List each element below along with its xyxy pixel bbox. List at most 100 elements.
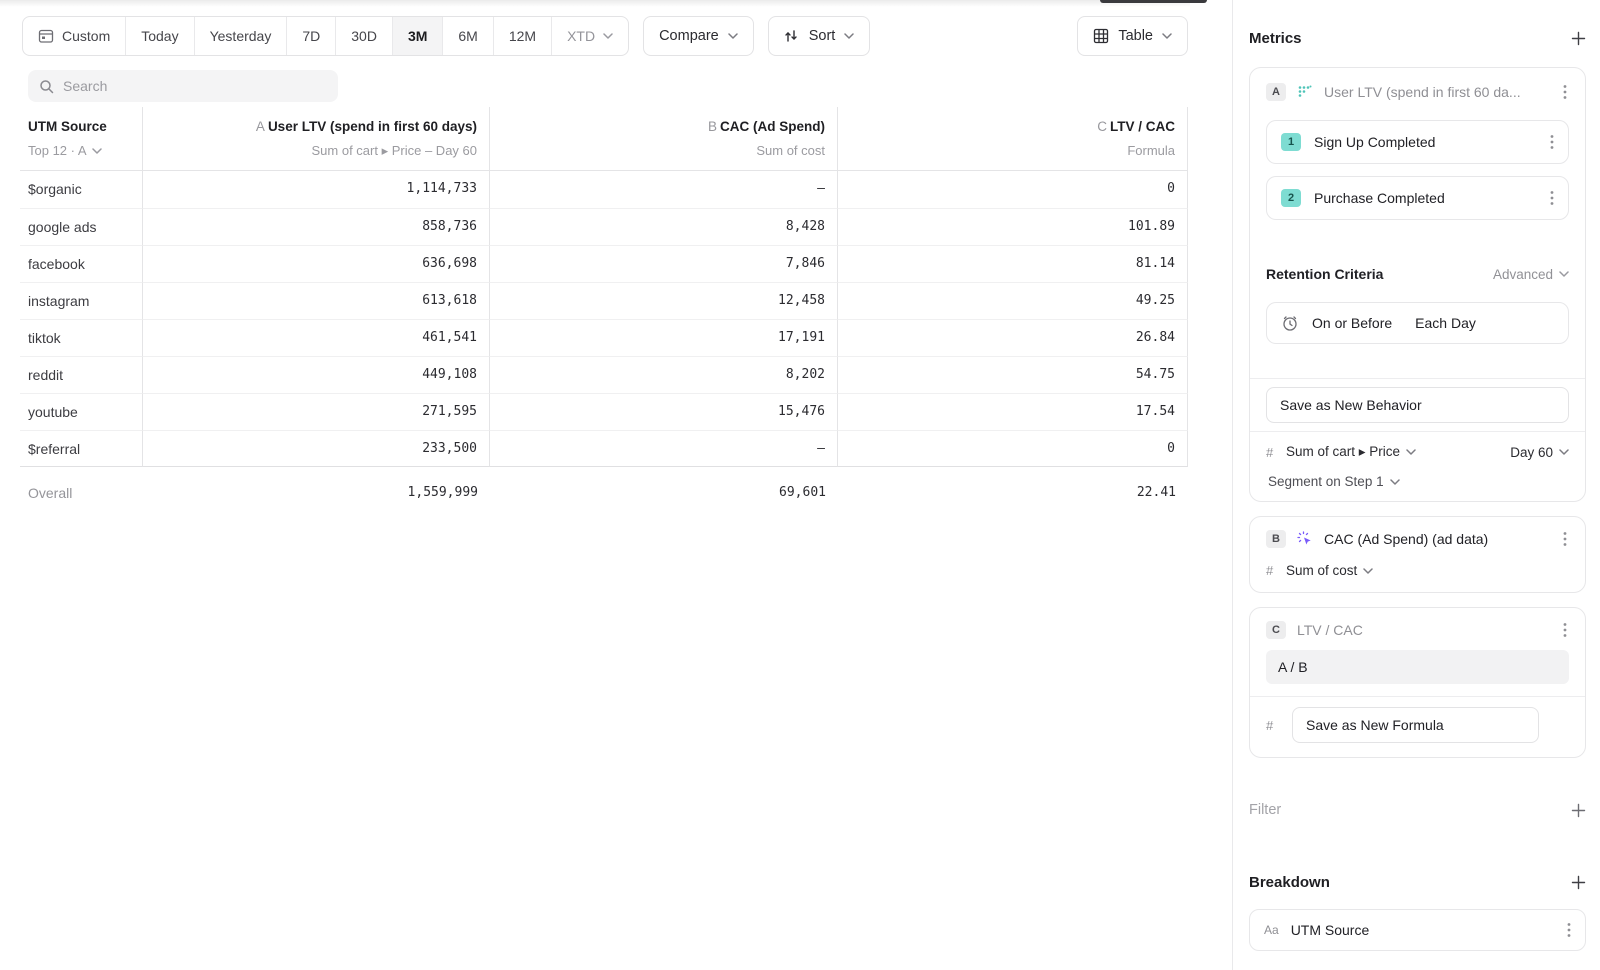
ratio-value-cell: 17.54 bbox=[838, 393, 1188, 430]
cac-value-cell: 15,476 bbox=[490, 393, 838, 430]
chevron-down-icon bbox=[844, 33, 854, 39]
kebab-icon bbox=[1550, 134, 1554, 150]
breakdown-menu-button[interactable] bbox=[1565, 920, 1573, 940]
overall-ratio-cell: 22.41 bbox=[838, 467, 1188, 511]
date-range-3m[interactable]: 3M bbox=[393, 17, 443, 55]
sort-button[interactable]: Sort bbox=[768, 16, 871, 56]
date-range-30d[interactable]: 30D bbox=[336, 17, 393, 55]
cac-value-cell: 17,191 bbox=[490, 319, 838, 356]
date-range-7d[interactable]: 7D bbox=[287, 17, 336, 55]
plus-icon bbox=[1571, 803, 1586, 818]
retention-criteria-label: Retention Criteria bbox=[1266, 266, 1383, 282]
sort-arrows-icon bbox=[784, 29, 800, 43]
ratio-value-cell: 26.84 bbox=[838, 319, 1188, 356]
breakdown-item-utm-source[interactable]: Aa UTM Source bbox=[1249, 909, 1586, 951]
utm-source-cell: instagram bbox=[20, 282, 143, 319]
date-range-xtd[interactable]: XTD bbox=[552, 17, 628, 55]
step-2-menu-button[interactable] bbox=[1548, 188, 1556, 208]
column-header-utm-source[interactable]: UTM Source Top 12 · A bbox=[20, 107, 143, 171]
metric-b-title[interactable]: CAC (Ad Spend) (ad data) bbox=[1324, 531, 1550, 547]
metric-card-b: B CAC (Ad Spend) (ad data) # Sum of cost bbox=[1249, 516, 1586, 593]
retention-mode-dropdown[interactable]: Advanced bbox=[1493, 267, 1569, 282]
kebab-icon bbox=[1563, 622, 1567, 638]
measure-dropdown[interactable]: Sum of cost bbox=[1286, 563, 1373, 578]
column-header-cac[interactable]: BCAC (Ad Spend) Sum of cost bbox=[490, 107, 838, 171]
metrics-section-title: Metrics bbox=[1249, 30, 1302, 47]
date-range-custom[interactable]: Custom bbox=[23, 17, 126, 55]
alarm-clock-icon bbox=[1281, 314, 1299, 332]
table-view-button[interactable]: Table bbox=[1077, 16, 1188, 56]
criteria-frequency-dropdown[interactable]: Each Day bbox=[1415, 315, 1476, 331]
plus-icon bbox=[1571, 875, 1586, 890]
ad-data-metric-icon bbox=[1297, 531, 1313, 547]
chevron-down-icon bbox=[728, 33, 738, 39]
overall-cac-cell: 69,601 bbox=[490, 467, 838, 511]
add-metric-button[interactable] bbox=[1571, 31, 1586, 46]
metric-c-menu-button[interactable] bbox=[1561, 620, 1569, 640]
chevron-down-icon bbox=[1559, 271, 1569, 277]
metric-b-menu-button[interactable] bbox=[1561, 529, 1569, 549]
calendar-icon bbox=[38, 28, 54, 44]
chevron-down-icon bbox=[1406, 449, 1416, 455]
utm-source-cell: reddit bbox=[20, 356, 143, 393]
search-input[interactable] bbox=[63, 78, 327, 94]
cac-value-cell: 8,428 bbox=[490, 208, 838, 245]
overall-ltv-cell: 1,559,999 bbox=[143, 467, 490, 511]
formula-input[interactable]: A / B bbox=[1266, 650, 1569, 684]
metric-a-menu-button[interactable] bbox=[1561, 82, 1569, 102]
overall-label-cell: Overall bbox=[20, 467, 143, 511]
chevron-down-icon bbox=[92, 148, 102, 154]
ltv-value-cell: 449,108 bbox=[143, 356, 490, 393]
ltv-value-cell: 271,595 bbox=[143, 393, 490, 430]
utm-source-cell: tiktok bbox=[20, 319, 143, 356]
criteria-when-dropdown[interactable]: On or Before bbox=[1312, 315, 1392, 331]
ltv-value-cell: 613,618 bbox=[143, 282, 490, 319]
column-header-user-ltv[interactable]: AUser LTV (spend in first 60 days) Sum o… bbox=[143, 107, 490, 171]
hash-icon: # bbox=[1266, 718, 1276, 733]
metric-a-badge: A bbox=[1266, 83, 1286, 101]
utm-source-cell: google ads bbox=[20, 208, 143, 245]
step-1-card[interactable]: 1 Sign Up Completed bbox=[1266, 120, 1569, 164]
ratio-value-cell: 81.14 bbox=[838, 245, 1188, 282]
add-breakdown-button[interactable] bbox=[1571, 875, 1586, 890]
metric-c-title[interactable]: LTV / CAC bbox=[1297, 622, 1550, 638]
window-dropdown[interactable]: Day 60 bbox=[1510, 445, 1569, 460]
cac-value-cell: – bbox=[490, 430, 838, 467]
date-range-6m[interactable]: 6M bbox=[443, 17, 493, 55]
chevron-down-icon bbox=[1363, 568, 1373, 574]
chevron-down-icon bbox=[1162, 33, 1172, 39]
ltv-value-cell: 1,114,733 bbox=[143, 171, 490, 208]
results-table: UTM Source Top 12 · A AUser LTV (spend i… bbox=[20, 107, 1188, 511]
top-edge-artifact bbox=[1100, 0, 1207, 3]
add-filter-button[interactable] bbox=[1571, 803, 1586, 818]
step-2-card[interactable]: 2 Purchase Completed bbox=[1266, 176, 1569, 220]
save-as-new-behavior-button[interactable]: Save as New Behavior bbox=[1266, 387, 1569, 423]
kebab-icon bbox=[1567, 922, 1571, 938]
utm-source-cell: youtube bbox=[20, 393, 143, 430]
utm-source-cell: $organic bbox=[20, 171, 143, 208]
step-1-menu-button[interactable] bbox=[1548, 132, 1556, 152]
date-range-today[interactable]: Today bbox=[126, 17, 194, 55]
ratio-value-cell: 54.75 bbox=[838, 356, 1188, 393]
measure-dropdown[interactable]: Sum of cart ▸ Price bbox=[1286, 444, 1416, 460]
ratio-value-cell: 101.89 bbox=[838, 208, 1188, 245]
ltv-value-cell: 858,736 bbox=[143, 208, 490, 245]
main-panel: Custom Today Yesterday 7D 30D 3M 6M 12M … bbox=[0, 0, 1232, 970]
metric-c-badge: C bbox=[1266, 621, 1286, 639]
metric-card-a: A User LTV (spend in first 60 da... 1 Si… bbox=[1249, 67, 1586, 502]
date-range-yesterday[interactable]: Yesterday bbox=[195, 17, 288, 55]
chevron-down-icon bbox=[603, 33, 613, 39]
step-1-number-badge: 1 bbox=[1281, 133, 1301, 151]
compare-button[interactable]: Compare bbox=[643, 16, 754, 56]
string-type-icon: Aa bbox=[1264, 923, 1279, 937]
kebab-icon bbox=[1563, 84, 1567, 100]
utm-source-cell: facebook bbox=[20, 245, 143, 282]
top-n-dropdown[interactable]: Top 12 · A bbox=[28, 143, 130, 158]
save-as-new-formula-button[interactable]: Save as New Formula bbox=[1292, 707, 1539, 743]
column-header-ltv-cac[interactable]: CLTV / CAC Formula bbox=[838, 107, 1188, 171]
segment-dropdown[interactable]: Segment on Step 1 bbox=[1268, 474, 1400, 489]
search-icon bbox=[39, 79, 54, 94]
metric-a-title[interactable]: User LTV (spend in first 60 da... bbox=[1324, 84, 1550, 100]
metrics-sidebar: Metrics A User LTV (spend in first 60 da… bbox=[1232, 0, 1600, 970]
date-range-12m[interactable]: 12M bbox=[494, 17, 552, 55]
